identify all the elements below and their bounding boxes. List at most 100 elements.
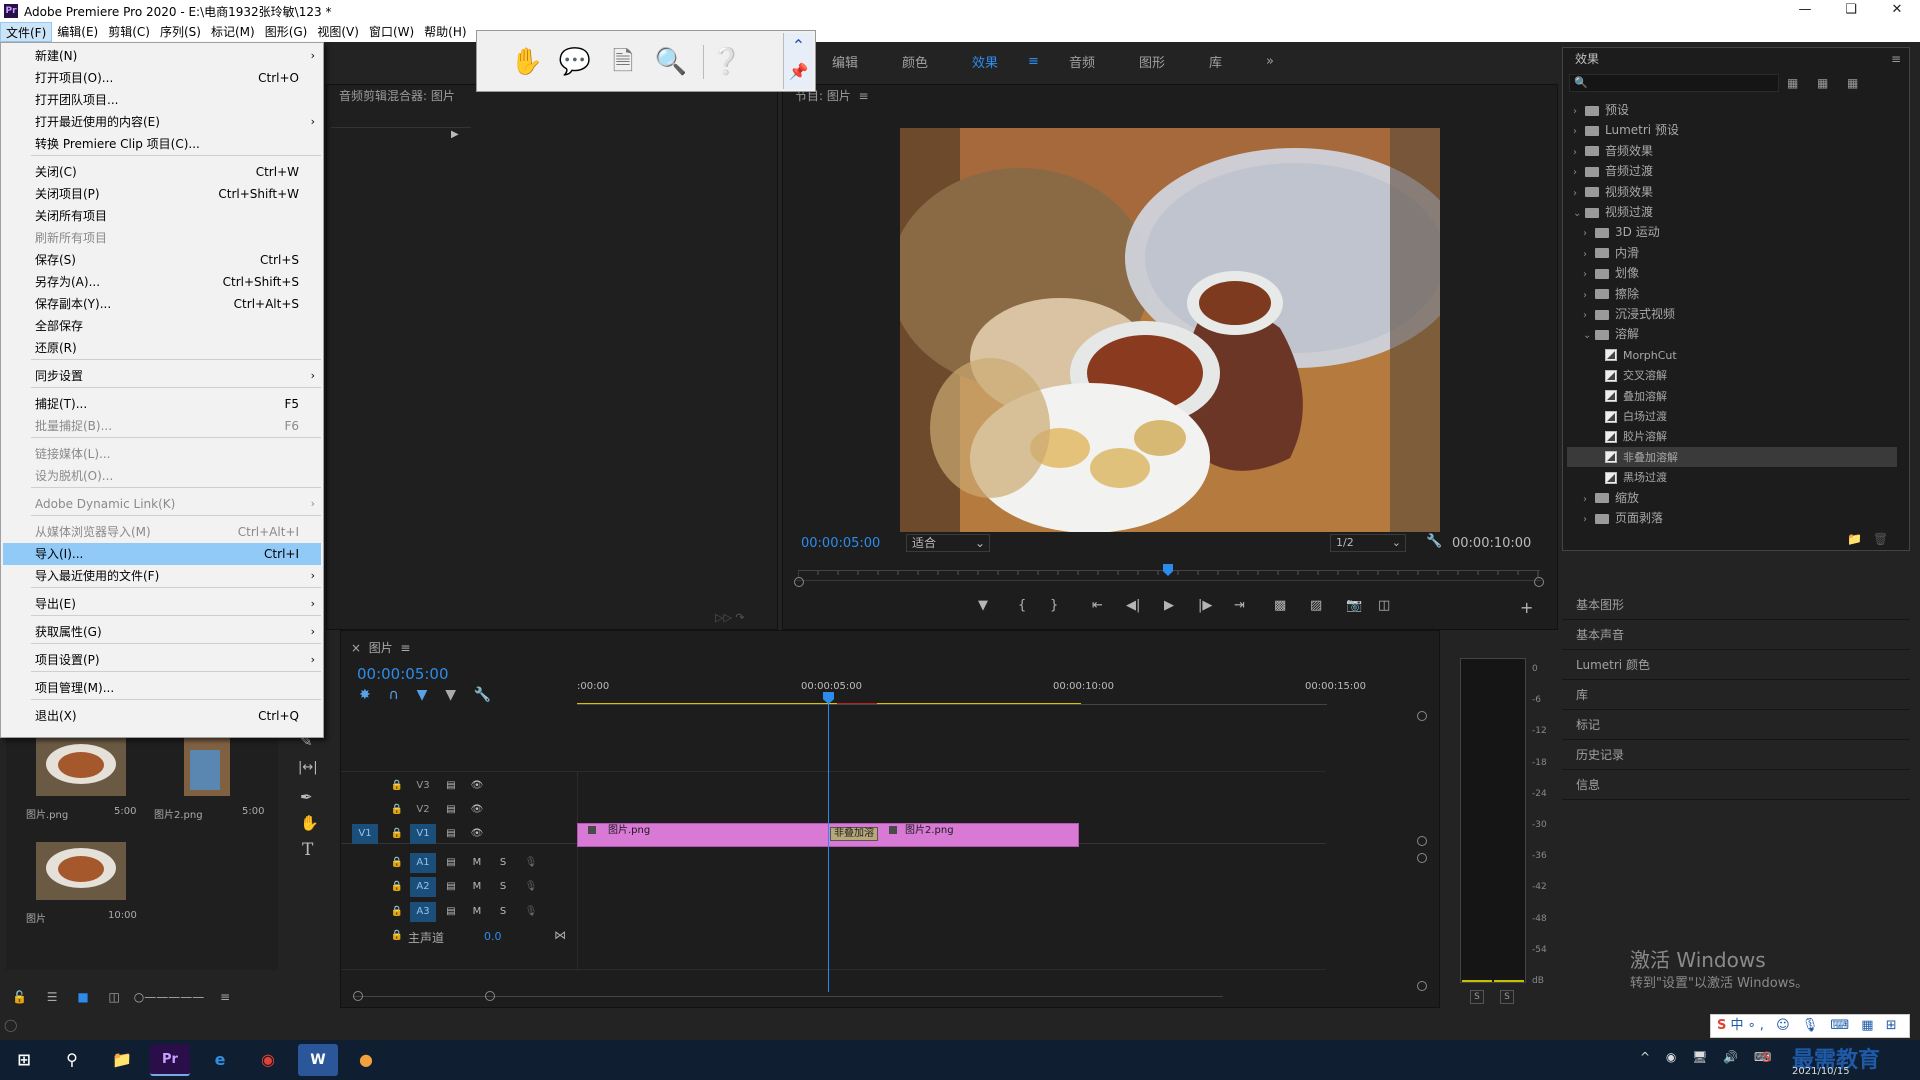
accelerated-effects-icon[interactable]: ▦ — [1787, 76, 1798, 90]
thumbnail-image1[interactable] — [36, 738, 126, 796]
effect-item[interactable]: MorphCut — [1567, 345, 1677, 365]
play-icon[interactable]: ▶ — [1164, 598, 1174, 613]
thumbnail-sequence[interactable] — [36, 842, 126, 900]
go-to-in-icon[interactable]: ⇤ — [1092, 598, 1103, 613]
vertical-zoom-top[interactable] — [1417, 711, 1427, 721]
mute-button[interactable]: M — [464, 853, 490, 873]
vertical-zoom-mid[interactable] — [1417, 836, 1427, 846]
file-menu-item[interactable]: 刷新所有项目 — [3, 227, 321, 249]
timeline-zoom-right[interactable] — [485, 991, 495, 1001]
workspace-tab-edit[interactable]: 编辑 — [810, 52, 880, 71]
yuv-effects-icon[interactable]: ▦ — [1847, 76, 1858, 90]
program-current-timecode[interactable]: 00:00:05:00 — [801, 536, 880, 551]
slip-tool-icon[interactable]: |↔| — [298, 760, 318, 775]
file-menu-item[interactable]: 另存为(A)... Ctrl+Shift+S — [3, 271, 321, 293]
file-menu-item[interactable]: 设为脱机(O)... — [3, 465, 321, 487]
32bit-effects-icon[interactable]: ▦ — [1817, 76, 1828, 90]
chevron-right-icon[interactable]: › — [1573, 102, 1585, 122]
effect-folder[interactable]: › 预设 — [1567, 100, 1629, 120]
file-menu-item[interactable]: 退出(X) Ctrl+Q — [3, 705, 321, 727]
chevron-down-icon[interactable]: ⌄ — [1583, 326, 1595, 346]
lock-icon[interactable]: 🔒 — [384, 853, 410, 873]
wrench-settings-icon[interactable]: 🔧 — [1426, 534, 1442, 549]
extract-icon[interactable]: ▨ — [1310, 598, 1322, 613]
fit-dropdown[interactable]: 适合 ⌄ — [906, 534, 990, 552]
eye-icon[interactable]: 👁 — [464, 776, 490, 796]
effect-item[interactable]: 黑场过渡 — [1567, 467, 1667, 487]
file-menu-item[interactable]: 关闭项目(P) Ctrl+Shift+W — [3, 183, 321, 205]
file-menu-item[interactable]: 打开项目(O)... Ctrl+O — [3, 67, 321, 89]
file-menu-item[interactable]: 导入最近使用的文件(F) › — [3, 565, 321, 587]
track-label-a2[interactable]: A2 — [410, 877, 436, 897]
effect-item[interactable]: 交叉溶解 — [1567, 365, 1667, 385]
new-bin-icon[interactable]: 📁 — [1847, 532, 1862, 546]
track-label-v3[interactable]: V3 — [410, 776, 436, 796]
effect-item[interactable]: 叠加溶解 — [1567, 386, 1667, 406]
source-patch-v1[interactable]: V1 — [352, 824, 378, 844]
system-tray-icons[interactable]: ^ ◉ 🖥 🔊 ⌨ — [1640, 1050, 1777, 1064]
freeform-view-icon[interactable]: ◫ — [109, 990, 120, 1004]
ime-toolbar[interactable]: S 中 ∘, ☺ 🎙 ⌨ ▦ ⊞ — [1710, 1014, 1910, 1038]
effect-folder[interactable]: › Lumetri 预设 — [1567, 120, 1679, 140]
chevron-right-icon[interactable]: › — [1583, 265, 1595, 285]
sogou-ime-icon[interactable]: S — [1762, 1050, 1771, 1066]
effect-folder[interactable]: › 划像 — [1567, 263, 1639, 283]
file-menu-item[interactable]: 打开最近使用的内容(E) › — [3, 111, 321, 133]
step-back-icon[interactable]: ◀| — [1126, 598, 1140, 613]
chevron-right-icon[interactable]: › — [1583, 306, 1595, 326]
menu-file[interactable]: 文件(F) — [0, 22, 53, 42]
lock-icon[interactable]: 🔒 — [384, 824, 410, 844]
workspace-tab-graphics[interactable]: 图形 — [1117, 52, 1187, 71]
file-menu-item[interactable]: 保存(S) Ctrl+S — [3, 249, 321, 271]
effect-folder[interactable]: ⌄ 视频过渡 — [1567, 202, 1653, 222]
add-marker-icon[interactable]: ▼ — [978, 598, 988, 613]
zoom-handle-left[interactable] — [794, 577, 804, 587]
snap-icon[interactable]: ✸ — [359, 687, 371, 703]
effect-folder[interactable]: ⌄ 溶解 — [1567, 324, 1639, 344]
solo-right-button[interactable]: S — [1500, 990, 1514, 1004]
comparison-view-icon[interactable]: ◫ — [1378, 598, 1390, 613]
track-label-a1[interactable]: A1 — [410, 853, 436, 873]
workspace-tab-effects[interactable]: 效果 — [950, 52, 1020, 71]
lift-icon[interactable]: ▩ — [1274, 598, 1286, 613]
search-icon[interactable]: ⚲ — [52, 1044, 92, 1076]
pen-tool-icon[interactable]: ✒ — [300, 788, 313, 806]
track-label-a3[interactable]: A3 — [410, 902, 436, 922]
chevron-right-icon[interactable]: › — [1583, 510, 1595, 530]
panel-menu-icon[interactable]: ≡ — [1891, 52, 1901, 66]
master-volume-value[interactable]: 0.0 — [484, 930, 502, 943]
sync-lock-icon[interactable]: ▤ — [438, 824, 464, 844]
master-menu-icon[interactable]: ⋈ — [554, 928, 566, 942]
voice-over-mic-icon[interactable]: 🎙 — [518, 877, 544, 897]
side-panel-essential-graphics[interactable]: 基本图形 — [1562, 590, 1910, 620]
lock-icon[interactable]: 🔒 — [384, 902, 410, 922]
timeline-ruler[interactable] — [577, 697, 1327, 705]
marker-icon[interactable]: ▼ — [445, 687, 456, 703]
side-panel-info[interactable]: 信息 — [1562, 770, 1910, 800]
file-menu-item[interactable]: 项目管理(M)... — [3, 677, 321, 699]
workspace-tab-audio[interactable]: 音频 — [1047, 52, 1117, 71]
close-icon[interactable]: ✕ — [1874, 0, 1920, 22]
effect-folder[interactable]: › 缩放 — [1567, 488, 1639, 508]
lock-icon[interactable]: 🔒 — [384, 877, 410, 897]
menu-help[interactable]: 帮助(H) — [419, 22, 471, 42]
menu-graphics[interactable]: 图形(G) — [260, 22, 313, 42]
sort-icon[interactable]: ≡ — [220, 990, 230, 1004]
sync-lock-icon[interactable]: ▤ — [438, 800, 464, 820]
list-view-icon[interactable]: ☰ — [47, 990, 58, 1004]
lock-icon[interactable]: 🔒 — [384, 776, 410, 796]
effect-folder[interactable]: › 音频效果 — [1567, 141, 1653, 161]
comment-icon[interactable]: 💬 — [557, 45, 593, 79]
effect-folder[interactable]: › 内滑 — [1567, 243, 1639, 263]
minimize-icon[interactable]: — — [1782, 0, 1828, 22]
vertical-zoom-bottom[interactable] — [1417, 981, 1427, 991]
file-menu-item[interactable]: 全部保存 — [3, 315, 321, 337]
type-tool-icon[interactable]: T — [302, 840, 313, 860]
file-menu-item[interactable]: Adobe Dynamic Link(K) › — [3, 493, 321, 515]
effect-folder[interactable]: › 音频过渡 — [1567, 161, 1653, 181]
solo-button[interactable]: S — [490, 877, 516, 897]
zoom-handle-right[interactable] — [1534, 577, 1544, 587]
panel-menu-icon[interactable]: ≡ — [855, 89, 869, 103]
program-video-frame[interactable] — [900, 128, 1440, 532]
edge-browser-icon[interactable]: e — [200, 1044, 240, 1076]
